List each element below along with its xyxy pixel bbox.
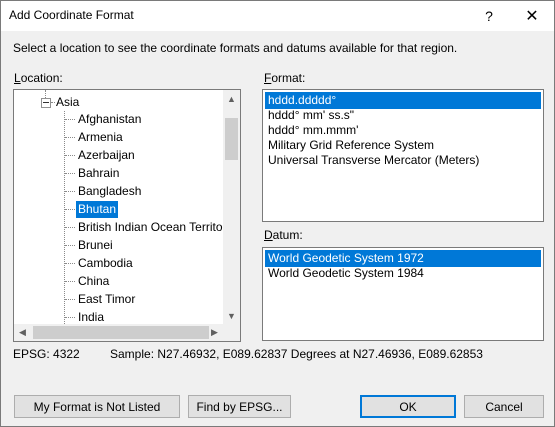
sample-text: Sample: N27.46932, E089.62837 Degrees at… [110,347,483,361]
tree-item[interactable]: Armenia [76,129,125,146]
datum-list-item[interactable]: World Geodetic System 1984 [265,265,427,282]
cancel-button[interactable]: Cancel [464,395,544,418]
location-tree-viewport: Asia Afghanistan Armenia Azerbaijan Bahrain… [14,90,223,324]
tree-item[interactable]: East Timor [76,291,137,308]
tree-item[interactable]: Cambodia [76,255,135,272]
tree-line [64,111,65,324]
tree-item[interactable]: British Indian Ocean Territory [76,219,223,236]
datum-label: Datum: [264,228,303,242]
tree-item[interactable]: Azerbaijan [76,147,137,164]
scroll-right-icon[interactable]: ▶ [206,324,223,341]
tree-line [51,102,55,103]
my-format-not-listed-button[interactable]: My Format is Not Listed [14,395,180,418]
location-vertical-scrollbar[interactable]: ▲ ▼ [223,90,240,324]
tree-item[interactable]: Bhutan [74,200,120,219]
tree-line [65,173,75,174]
tree-item[interactable]: Bangladesh [76,183,143,200]
location-label-mnemonic: L [14,71,21,85]
tree-line [65,119,75,120]
find-by-epsg-button[interactable]: Find by EPSG... [188,395,291,418]
tree-line [65,299,75,300]
tree-item[interactable]: Brunei [76,237,115,254]
location-horizontal-scrollbar[interactable]: ◀ ▶ [14,324,223,341]
format-list[interactable]: hddd.ddddd° hddd° mm' ss.s" hddd° mm.mmm' M… [262,89,544,222]
title-bar: Add Coordinate Format ? ✕ [1,1,554,31]
tree-line [65,137,75,138]
location-tree[interactable]: Asia Afghanistan Armenia Azerbaijan Bahrain… [13,89,241,342]
tree-line [65,245,75,246]
format-label-rest: ormat: [271,71,306,85]
help-button[interactable]: ? [467,1,511,31]
scroll-up-icon[interactable]: ▲ [223,90,240,107]
scroll-down-icon[interactable]: ▼ [223,307,240,324]
tree-line [65,227,75,228]
vertical-scroll-thumb[interactable] [225,118,238,160]
tree-line [65,317,75,318]
collapse-expander-icon[interactable] [41,98,51,108]
add-coordinate-format-dialog: Add Coordinate Format ? ✕ Select a locat… [0,0,555,427]
window-title: Add Coordinate Format [9,8,134,22]
tree-item[interactable]: India [76,309,106,324]
datum-label-rest: atum: [272,228,303,242]
tree-line [65,191,75,192]
ok-button[interactable]: OK [360,395,456,418]
tree-line [65,209,75,210]
tree-line [65,263,75,264]
scroll-left-icon[interactable]: ◀ [14,324,31,341]
datum-label-mnemonic: D [264,228,273,242]
tree-item[interactable]: Bahrain [76,165,121,182]
horizontal-scroll-thumb[interactable] [33,326,209,339]
epsg-code: EPSG: 4322 [13,347,80,361]
tree-item[interactable]: Afghanistan [76,111,143,128]
tree-line [65,155,75,156]
close-button[interactable]: ✕ [510,1,554,31]
scroll-corner [223,324,240,341]
format-label: Format: [264,71,305,85]
location-label-rest: ocation: [20,71,63,85]
tree-item[interactable]: China [76,273,111,290]
tree-line [45,90,46,98]
instruction-text: Select a location to see the coordinate … [13,41,458,55]
datum-list[interactable]: World Geodetic System 1972 World Geodetic… [262,247,544,341]
tree-line [65,281,75,282]
tree-node-asia[interactable]: Asia [56,94,79,111]
format-list-item[interactable]: Universal Transverse Mercator (Meters) [265,152,482,169]
location-label: Location: [14,71,63,85]
